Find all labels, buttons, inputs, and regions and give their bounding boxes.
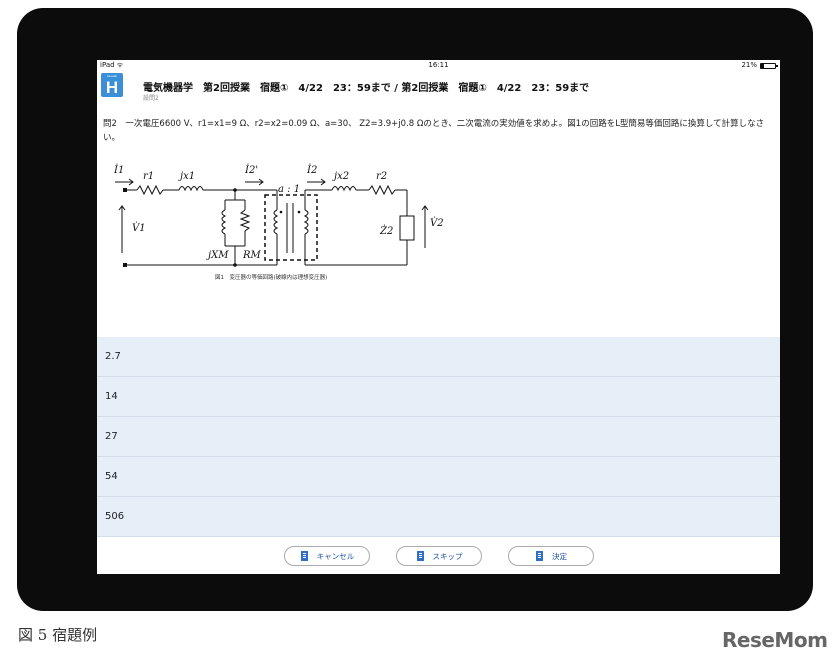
label-r1: r1 <box>143 171 154 182</box>
device-bezel: iPad ᯤ 16:11 21% Hoodai H 電気機器学 第2回授業 宿題… <box>17 8 813 611</box>
brand-logo: ReseMom <box>722 628 828 652</box>
label-i1: İ1 <box>113 164 124 176</box>
answer-option[interactable]: 506 <box>97 497 780 537</box>
inductor-jxm <box>221 209 227 235</box>
skip-label: スキップ <box>432 551 463 561</box>
decide-button[interactable]: 決定 <box>507 546 594 566</box>
inductor-jx1 <box>178 186 204 192</box>
cancel-button[interactable]: キャンセル <box>283 546 370 566</box>
question-text: 問2 一次電圧6600 V、r1=x1=9 Ω、r2=x2=0.09 Ω、a=3… <box>103 119 765 143</box>
label-v1: V̇1 <box>132 222 146 234</box>
resistor-rm <box>239 209 251 234</box>
terminal <box>123 188 127 192</box>
question-number: 設問2 <box>143 95 159 102</box>
ideal-transformer-box <box>264 194 318 261</box>
page-caption: 図 5 宿題例 <box>18 626 98 644</box>
clock: 16:11 <box>428 61 449 69</box>
label-rm: RM <box>242 250 262 261</box>
label-r2: r2 <box>376 171 387 182</box>
label-turns-ratio: a : 1 <box>278 184 300 195</box>
label-jx1: jx1 <box>178 171 195 182</box>
cancel-label: キャンセル <box>316 551 355 561</box>
secondary-winding <box>303 209 309 235</box>
answer-option[interactable]: 14 <box>97 377 780 417</box>
transformer-equivalent-circuit-diagram: İ1 r1 jx1 İ2' İ2 jx2 r2 a : 1 V̇1 jXM RM… <box>113 164 444 267</box>
app-logo-small-text: Hoodai <box>107 74 117 78</box>
answer-options: 2.7 14 27 54 506 <box>97 337 780 537</box>
answer-option[interactable]: 27 <box>97 417 780 457</box>
primary-winding <box>273 209 279 235</box>
figure-caption: 図1 変圧器の等価回路(破線内は理想変圧器) <box>215 275 328 281</box>
inductor-jx2 <box>331 186 357 192</box>
document-icon <box>536 551 543 561</box>
tablet-screen: iPad ᯤ 16:11 21% Hoodai H 電気機器学 第2回授業 宿題… <box>97 60 780 574</box>
page-title: 電気機器学 第2回授業 宿題① 4/22 23：59まで / 第2回授業 宿題①… <box>143 83 590 94</box>
skip-button[interactable]: スキップ <box>395 546 482 566</box>
resistor-r2 <box>368 184 396 196</box>
label-jxm: jXM <box>206 250 229 261</box>
node <box>233 263 237 267</box>
battery-icon <box>760 62 778 69</box>
polarity-dot <box>297 210 301 214</box>
label-jx2: jx2 <box>332 171 349 182</box>
label-v2: V̇2 <box>430 217 444 229</box>
node <box>233 188 237 192</box>
resistor-r1 <box>136 184 164 196</box>
answer-option[interactable]: 54 <box>97 457 780 497</box>
action-bar: キャンセル スキップ 決定 <box>97 538 780 574</box>
polarity-dot <box>279 210 283 214</box>
app-logo-letter: H <box>105 78 119 97</box>
app-logo: Hoodai H <box>101 73 123 97</box>
battery-percent: 21% <box>741 61 757 69</box>
label-i2-prime: İ2' <box>244 164 258 176</box>
document-icon <box>300 551 308 561</box>
decide-label: 決定 <box>552 551 567 561</box>
label-i2: İ2 <box>306 164 317 176</box>
load-impedance-z2 <box>399 215 415 241</box>
label-z2: Ż2 <box>379 225 393 237</box>
terminal <box>123 263 127 267</box>
answer-option[interactable]: 2.7 <box>97 337 780 377</box>
status-bar: iPad ᯤ 16:11 21% <box>97 60 780 71</box>
document-icon <box>416 551 424 561</box>
